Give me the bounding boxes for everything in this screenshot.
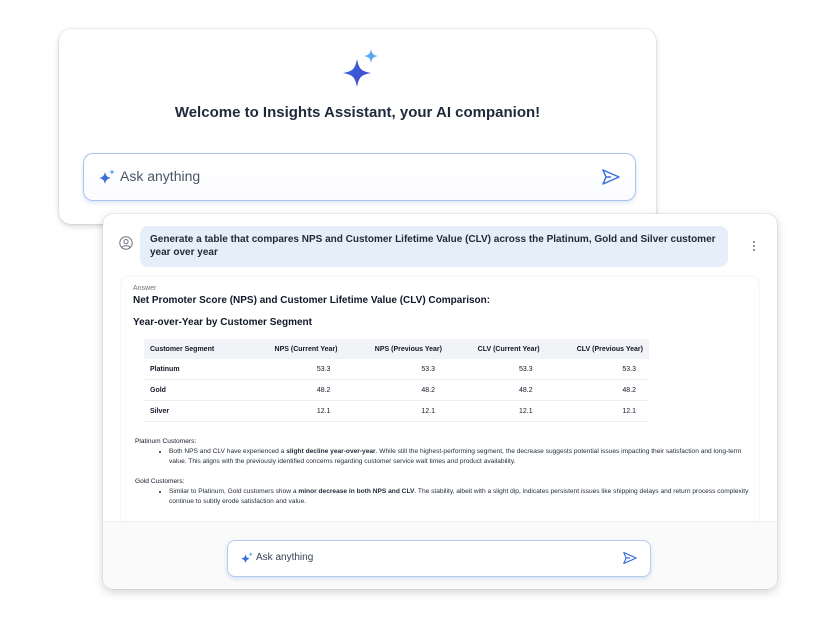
answer-subtitle: Year-over-Year by Customer Segment: [133, 317, 312, 328]
platinum-list: Both NPS and CLV have experienced a slig…: [135, 447, 755, 467]
table-header-row: Customer Segment NPS (Current Year) NPS …: [144, 339, 649, 359]
table-cell: 53.3: [244, 359, 344, 380]
column-header: CLV (Previous Year): [545, 339, 649, 359]
note-text: Both NPS and CLV have experienced a: [169, 448, 287, 455]
platinum-heading: Platinum Customers:: [135, 438, 197, 445]
chat-input-bar: Ask anything: [103, 521, 777, 589]
table-cell: 53.3: [343, 359, 448, 380]
answer-label: Answer: [133, 285, 157, 292]
answer-notes: Platinum Customers: Both NPS and CLV hav…: [135, 437, 755, 507]
send-icon[interactable]: [601, 168, 621, 186]
table-cell: 48.2: [447, 379, 546, 401]
table-cell: Platinum: [144, 359, 245, 380]
column-header: NPS (Current Year): [244, 339, 344, 359]
welcome-title: Welcome to Insights Assistant, your AI c…: [174, 104, 541, 121]
table-cell: 12.1: [545, 400, 649, 422]
list-item: Similar to Platinum, Gold customers show…: [169, 487, 755, 507]
answer-title: Net Promoter Score (NPS) and Customer Li…: [133, 295, 491, 306]
gold-list: Similar to Platinum, Gold customers show…: [135, 487, 755, 507]
sparkle-icon: [99, 169, 115, 184]
user-avatar-icon: [119, 236, 133, 250]
note-text: Similar to Platinum, Gold customers show…: [169, 488, 299, 495]
table-cell: 12.1: [447, 400, 546, 422]
sparkle-stars-icon: [343, 49, 378, 87]
ask-input-chat[interactable]: Ask anything: [227, 540, 651, 577]
table-cell: Silver: [144, 400, 245, 422]
ask-placeholder: Ask anything: [256, 552, 314, 563]
column-header: NPS (Previous Year): [343, 339, 448, 359]
app-stage: Welcome to Insights Assistant, your AI c…: [0, 0, 840, 631]
table-row: Platinum 53.3 53.3 53.3 53.3: [144, 359, 649, 380]
welcome-card: Welcome to Insights Assistant, your AI c…: [59, 29, 656, 224]
column-header: CLV (Current Year): [447, 339, 546, 359]
table-cell: 48.2: [244, 379, 344, 401]
table-row: Silver 12.1 12.1 12.1 12.1: [144, 400, 649, 422]
column-header: Customer Segment: [144, 339, 245, 359]
ask-input-main[interactable]: Ask anything: [83, 153, 636, 201]
comparison-table: Customer Segment NPS (Current Year) NPS …: [144, 339, 649, 422]
ask-placeholder: Ask anything: [120, 168, 201, 184]
chat-card: Generate a table that compares NPS and C…: [103, 214, 777, 589]
table-row: Gold 48.2 48.2 48.2 48.2: [144, 379, 649, 401]
table-cell: 48.2: [343, 379, 448, 401]
table-cell: 12.1: [244, 400, 344, 422]
note-emphasis: slight decline year-over-year: [286, 448, 376, 455]
sparkle-icon: [241, 552, 253, 564]
send-icon[interactable]: [622, 551, 638, 565]
gold-heading: Gold Customers:: [135, 478, 185, 485]
table-cell: 12.1: [343, 400, 448, 422]
table-cell: 53.3: [545, 359, 649, 380]
note-emphasis: minor decrease in both NPS and CLV: [298, 488, 415, 495]
user-message-bubble: Generate a table that compares NPS and C…: [140, 226, 728, 267]
kebab-menu-icon[interactable]: [752, 240, 756, 252]
table-cell: 53.3: [447, 359, 546, 380]
list-item: Both NPS and CLV have experienced a slig…: [169, 447, 755, 467]
table-cell: 48.2: [545, 379, 649, 401]
table-cell: Gold: [144, 379, 245, 401]
